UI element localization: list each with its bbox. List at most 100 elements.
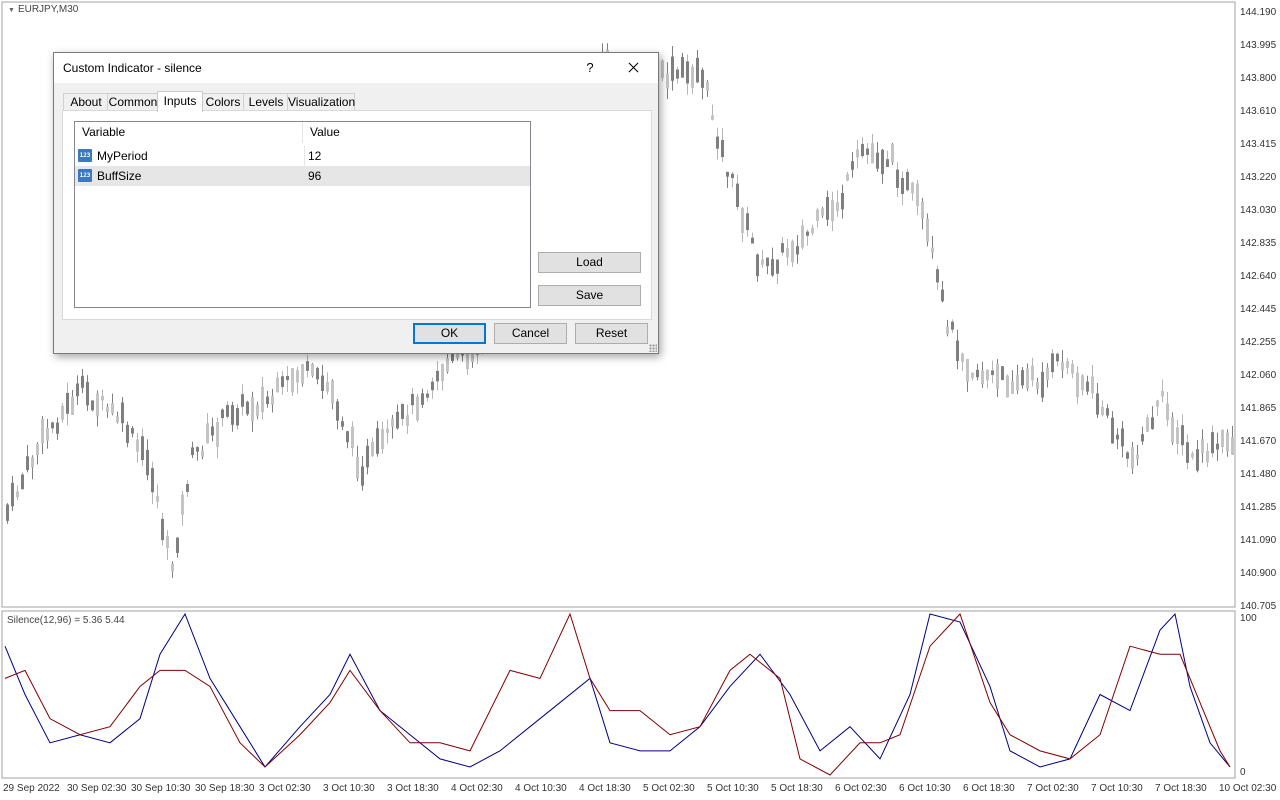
candle-body [1016, 375, 1019, 391]
candle-body [156, 496, 159, 502]
candle-body [1126, 452, 1129, 459]
tab-visualization[interactable]: Visualization [287, 93, 355, 111]
candle-body [1011, 381, 1014, 394]
candle-body [176, 537, 179, 553]
candle-body [746, 213, 749, 231]
candle-body [811, 227, 814, 234]
candle-body [1111, 417, 1114, 444]
chart-symbol-title: ▼ EURJPY,M30 [8, 4, 78, 15]
tab-about[interactable]: About [63, 93, 109, 111]
candle-body [891, 144, 894, 163]
candle-body [721, 140, 724, 158]
help-button[interactable]: ? [582, 57, 598, 79]
time-tick-label: 30 Sep 10:30 [131, 783, 191, 794]
time-tick-label: 5 Oct 18:30 [771, 783, 823, 794]
price-tick-label: 143.030 [1240, 205, 1277, 216]
candle-body [1006, 375, 1009, 398]
candle-body [341, 421, 344, 427]
candle-body [926, 218, 929, 242]
price-tick-label: 141.090 [1240, 535, 1277, 546]
candle-body [101, 395, 104, 401]
candle-body [306, 361, 309, 371]
column-header-variable[interactable]: Variable [75, 122, 303, 143]
candle-body [1181, 425, 1184, 446]
time-tick-label: 5 Oct 10:30 [707, 783, 759, 794]
reset-button[interactable]: Reset [575, 323, 648, 344]
candle-body [6, 504, 9, 521]
candle-body [411, 394, 414, 406]
param-name: MyPeriod [97, 149, 148, 163]
resize-grip-icon[interactable] [649, 344, 657, 352]
candle-body [666, 73, 669, 89]
time-tick-label: 7 Oct 10:30 [1091, 783, 1143, 794]
candle-body [211, 426, 214, 436]
candle-body [166, 535, 169, 548]
candle-body [336, 401, 339, 421]
cancel-button[interactable]: Cancel [494, 323, 567, 344]
candle-body [741, 208, 744, 234]
candle-body [816, 209, 819, 222]
candle-body [451, 353, 454, 361]
candle-body [1156, 400, 1159, 407]
candle-body [761, 259, 764, 265]
time-tick-label: 6 Oct 02:30 [835, 783, 887, 794]
price-tick-label: 141.285 [1240, 502, 1277, 513]
time-tick-label: 3 Oct 10:30 [323, 783, 375, 794]
time-tick-label: 3 Oct 18:30 [387, 783, 439, 794]
candle-body [831, 200, 834, 222]
candle-body [1076, 372, 1079, 398]
time-tick-label: 30 Sep 18:30 [195, 783, 255, 794]
price-tick-label: 143.995 [1240, 40, 1277, 51]
time-tick-label: 29 Sep 2022 [3, 783, 60, 794]
price-tick-label: 142.445 [1240, 304, 1277, 315]
candle-body [111, 403, 114, 414]
candle-body [881, 149, 884, 175]
candle-body [801, 225, 804, 248]
dialog-titlebar[interactable]: Custom Indicator - silence ? [54, 53, 658, 83]
ok-button[interactable]: OK [413, 323, 486, 344]
candle-body [846, 174, 849, 181]
candle-body [851, 161, 854, 170]
time-tick-label: 7 Oct 18:30 [1155, 783, 1207, 794]
candle-body [1101, 406, 1104, 416]
time-tick-label: 10 Oct 02:30 [1219, 783, 1277, 794]
tab-levels[interactable]: Levels [243, 93, 289, 111]
parameters-table[interactable]: Variable Value 123 MyPeriod 12 123 BuffS… [74, 121, 531, 308]
candle-body [431, 381, 434, 391]
candle-body [161, 518, 164, 541]
tab-colors[interactable]: Colors [201, 93, 245, 111]
param-value[interactable]: 12 [304, 146, 321, 166]
candle-body [951, 321, 954, 330]
table-row[interactable]: 123 BuffSize 96 [75, 166, 530, 186]
candle-body [301, 364, 304, 384]
candle-body [61, 406, 64, 420]
candle-body [711, 115, 714, 120]
candle-body [246, 401, 249, 415]
candle-body [106, 406, 109, 412]
candle-body [121, 402, 124, 424]
candle-body [201, 450, 204, 457]
column-header-value[interactable]: Value [303, 122, 530, 143]
candle-body [271, 395, 274, 405]
candle-body [286, 375, 289, 381]
candle-body [1121, 428, 1124, 447]
candle-body [1136, 454, 1139, 460]
load-button[interactable]: Load [538, 252, 641, 273]
close-icon[interactable] [618, 55, 648, 81]
tab-common[interactable]: Common [107, 93, 159, 111]
candle-body [261, 386, 264, 413]
table-row[interactable]: 123 MyPeriod 12 [75, 146, 530, 166]
tab-inputs[interactable]: Inputs [157, 91, 203, 112]
candle-body [11, 482, 14, 507]
candle-body [381, 429, 384, 450]
save-button[interactable]: Save [538, 285, 641, 306]
candle-body [226, 405, 229, 417]
candle-body [841, 192, 844, 210]
candle-body [171, 563, 174, 572]
candle-body [291, 368, 294, 393]
param-value[interactable]: 96 [304, 166, 321, 186]
candle-body [1176, 427, 1179, 444]
candle-body [46, 427, 49, 441]
candle-body [1116, 434, 1119, 440]
candle-body [986, 369, 989, 381]
